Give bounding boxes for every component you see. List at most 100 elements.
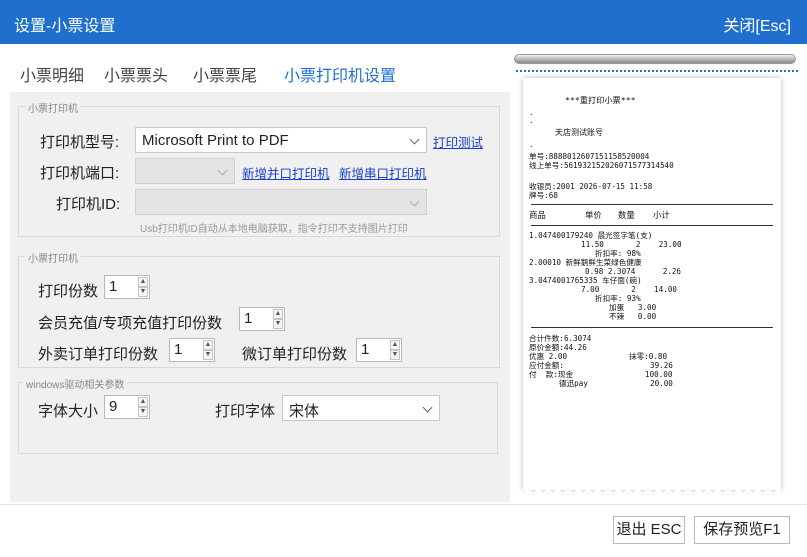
receipt-payment-label: 付 款:现金	[529, 370, 574, 379]
receipt-item-line: 1.047400179240 晨光签字笔(支)	[529, 231, 653, 240]
decrement-button[interactable]: ▼	[203, 350, 213, 360]
receipt-order-no: 单号:8888012607151158520004	[529, 152, 650, 161]
wechat-stepper-buttons: ▲ ▼	[390, 340, 400, 360]
receipt-item-line: 加蛋 3.00	[609, 303, 657, 312]
copies-label: 打印份数	[38, 283, 99, 300]
title-bar: 设置-小票设置 关闭[Esc]	[0, 0, 807, 44]
exit-button[interactable]: 退出 ESC	[613, 516, 685, 544]
copies-stepper[interactable]: 1 ▲ ▼	[104, 275, 150, 299]
chevron-down-icon	[422, 402, 433, 413]
takeout-copies-value: 1	[174, 341, 183, 358]
font-size-stepper[interactable]: 9 ▲ ▼	[104, 395, 150, 419]
receipt-header-price: 单价	[585, 210, 602, 220]
printer-id-hint: Usb打印机ID自动从本地电脑获取，指令打印不支持图片打印	[140, 224, 408, 235]
member-recharge-copies-value: 1	[244, 310, 253, 327]
receipt-item-line: 折扣率: 98%	[595, 249, 641, 258]
copies-stepper-buttons: ▲ ▼	[138, 277, 148, 297]
receipt-pay2-label: 德迅pay	[559, 379, 588, 388]
tab-receipt-details[interactable]: 小票明细	[20, 62, 84, 86]
receipt-header-subtotal: 小计	[653, 210, 670, 220]
printer-model-label: 打印机型号:	[40, 134, 120, 151]
copies-group-label: 小票打印机	[25, 250, 81, 265]
wechat-order-copies-value: 1	[361, 341, 370, 358]
decrement-button[interactable]: ▼	[273, 319, 283, 329]
tab-printer-settings[interactable]: 小票打印机设置	[284, 62, 396, 86]
receipt-original-total: 原价金额:44.26	[529, 343, 587, 352]
receipt-payment-value: 100.00	[645, 370, 673, 379]
receipt-header-item: 商品	[529, 210, 546, 220]
receipt-item-line: 折扣率: 93%	[595, 294, 641, 303]
footer-divider	[0, 504, 807, 505]
font-size-stepper-buttons: ▲ ▼	[138, 397, 148, 417]
increment-button[interactable]: ▲	[203, 340, 213, 350]
receipt-item-line: 3.0474001765335 车仔面(碗)	[529, 276, 642, 285]
decrement-button[interactable]: ▼	[138, 287, 148, 297]
decrement-button[interactable]: ▼	[138, 407, 148, 417]
font-size-value: 9	[109, 398, 118, 415]
receipt-total-qty: 合计件数:6.3074	[529, 334, 592, 343]
receipt-divider	[531, 225, 773, 226]
print-font-value: 宋体	[289, 403, 320, 420]
increment-button[interactable]: ▲	[390, 340, 400, 350]
dotted-separator	[516, 70, 798, 72]
wechat-order-copies-label: 微订单打印份数	[242, 346, 348, 363]
receipt-online-no: 线上单号:561932152026071577314540	[529, 161, 674, 170]
receipt-item-line: 2.00010 新鲜鹅鲜生菜绿色健康	[529, 258, 642, 267]
tab-receipt-header[interactable]: 小票票头	[104, 62, 168, 86]
receipt-item-line: 11.50 2 23.00	[581, 240, 682, 249]
print-test-link[interactable]: 打印测试	[433, 132, 483, 151]
copies-value: 1	[109, 278, 118, 295]
tab-receipt-footer[interactable]: 小票票尾	[193, 62, 257, 86]
receipt-paper: ***重打印小票*** . . 天店测试账号 . 单号:888801260715…	[523, 78, 781, 490]
printer-model-value: Microsoft Print to PDF	[142, 132, 289, 149]
print-font-select[interactable]: 宋体	[282, 395, 440, 421]
takeout-copies-label: 外卖订单打印份数	[38, 346, 159, 363]
printer-model-select[interactable]: Microsoft Print to PDF	[135, 127, 427, 153]
receipt-table-no: 牌号:68	[529, 191, 558, 200]
chevron-down-icon	[409, 196, 420, 207]
receipt-torn-edge	[523, 484, 781, 494]
increment-button[interactable]: ▲	[138, 277, 148, 287]
receipt-cashier: 收银员:2001 2026-07-15 11:58	[529, 182, 653, 191]
font-size-label: 字体大小	[38, 403, 99, 420]
member-recharge-stepper-buttons: ▲ ▼	[273, 309, 283, 329]
save-preview-button[interactable]: 保存预览F1	[694, 516, 790, 544]
chevron-down-icon	[409, 134, 420, 145]
printer-id-select[interactable]	[135, 189, 427, 215]
receipt-discount: 优惠 2.00	[529, 352, 568, 361]
receipt-payable-label: 应付金额:	[529, 361, 564, 370]
windows-driver-group-label: windows驱动相关参数	[23, 376, 128, 391]
receipt-payable-value: 39.26	[650, 361, 673, 370]
increment-button[interactable]: ▲	[138, 397, 148, 407]
takeout-copies-stepper[interactable]: 1 ▲ ▼	[169, 338, 215, 362]
receipt-store: 天店测试账号	[555, 128, 603, 137]
receipt-divider	[531, 204, 773, 205]
add-parallel-printer-link[interactable]: 新增并口打印机	[242, 163, 330, 182]
receipt-divider	[531, 327, 773, 328]
printer-group-label: 小票打印机	[25, 100, 81, 115]
decrement-button[interactable]: ▼	[390, 350, 400, 360]
settings-panel: 小票打印机 打印机型号: Microsoft Print to PDF 打印测试…	[10, 92, 510, 502]
receipt-rounding: 抹零:0.80	[629, 352, 668, 361]
printer-port-label: 打印机端口:	[40, 165, 120, 182]
printer-roller	[514, 54, 796, 64]
printer-port-select[interactable]	[135, 158, 235, 184]
wechat-order-copies-stepper[interactable]: 1 ▲ ▼	[356, 338, 402, 362]
takeout-stepper-buttons: ▲ ▼	[203, 340, 213, 360]
close-button[interactable]: 关闭[Esc]	[723, 12, 791, 36]
member-recharge-copies-stepper[interactable]: 1 ▲ ▼	[239, 307, 285, 331]
receipt-item-line: 0.98 2.3074 2.26	[585, 267, 682, 276]
receipt-dot: .	[529, 140, 534, 149]
chevron-down-icon	[217, 165, 228, 176]
receipt-header-qty: 数量	[618, 210, 635, 220]
increment-button[interactable]: ▲	[273, 309, 283, 319]
member-recharge-copies-label: 会员充值/专项充值打印份数	[38, 315, 223, 332]
printer-id-label: 打印机ID:	[56, 196, 121, 213]
add-serial-printer-link[interactable]: 新增串口打印机	[339, 163, 427, 182]
receipt-item-line: 7.00 2 14.00	[581, 285, 678, 294]
print-font-label: 打印字体	[215, 403, 276, 420]
receipt-reprint-title: ***重打印小票***	[565, 95, 636, 105]
window-title: 设置-小票设置	[14, 18, 116, 35]
receipt-pay2-value: 20.00	[650, 379, 673, 388]
tab-bar: 小票明细 小票票头 小票票尾 小票打印机设置	[0, 44, 510, 92]
